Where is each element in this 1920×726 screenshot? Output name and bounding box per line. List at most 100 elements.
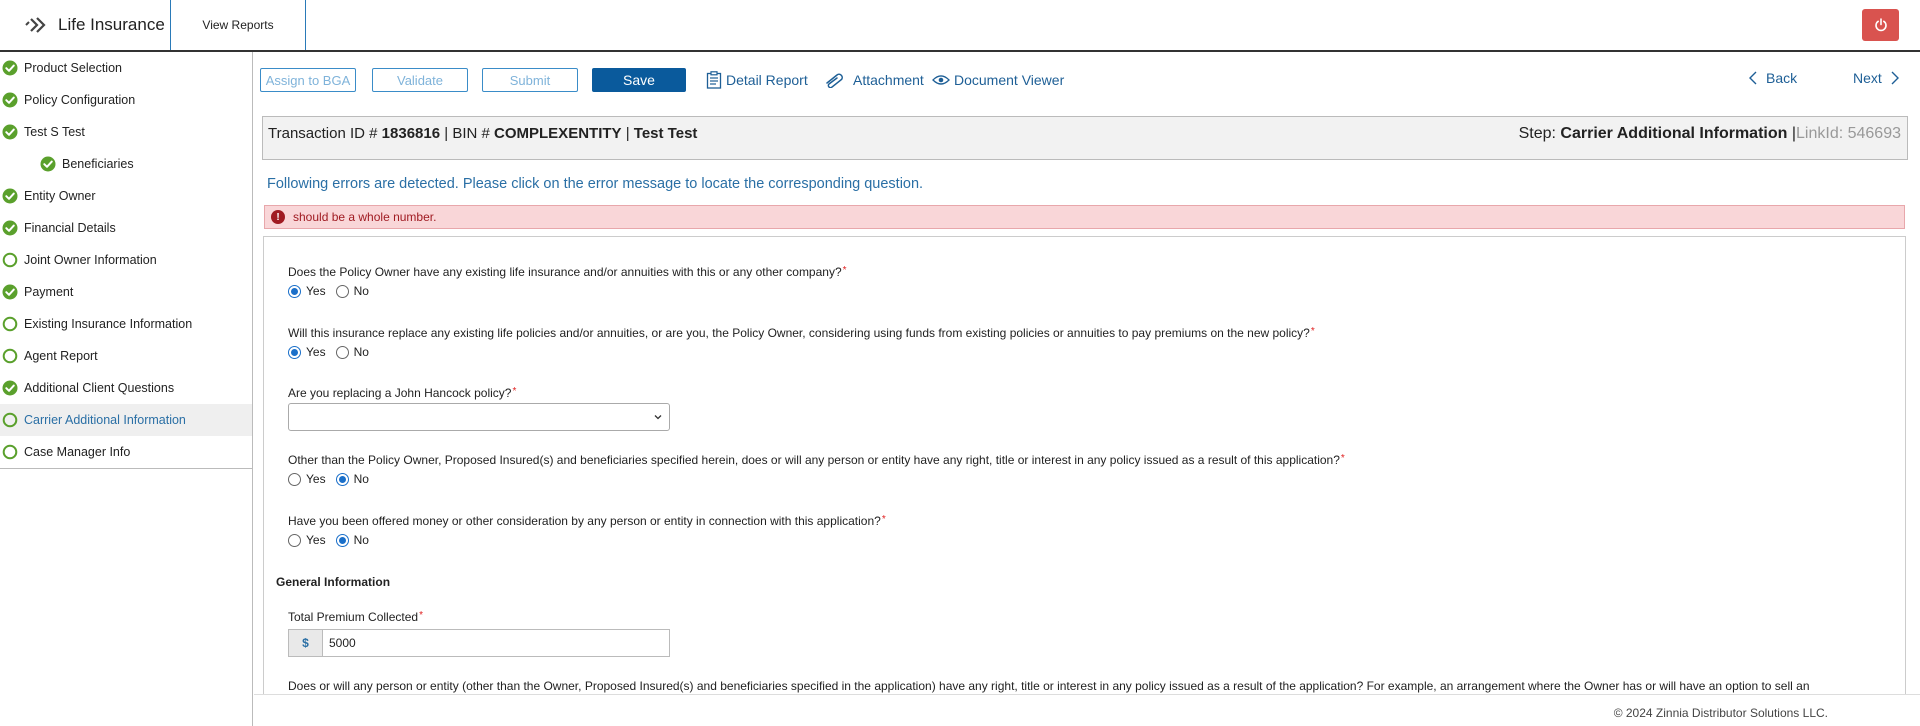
sidebar-item-test-s-test[interactable]: Test S Test [0, 116, 252, 148]
radio-no[interactable] [335, 472, 349, 486]
attachment-link[interactable]: Attachment [824, 68, 924, 92]
document-viewer-label: Document Viewer [954, 72, 1065, 88]
radio-no[interactable] [335, 284, 349, 298]
question-text: Will this insurance replace any existing… [288, 326, 1310, 340]
currency-addon: $ [288, 629, 322, 657]
radio-no[interactable] [335, 533, 349, 547]
sidebar: Product Selection Policy Configuration Tes… [0, 52, 253, 726]
question-john-hancock: Are you replacing a John Hancock policy?… [288, 386, 516, 400]
bin-value: COMPLEXENTITY [494, 125, 622, 142]
check-circle-icon [40, 156, 56, 172]
sidebar-item-beneficiaries[interactable]: Beneficiaries [0, 148, 252, 180]
check-circle-icon [2, 92, 18, 108]
logout-button[interactable] [1862, 9, 1899, 41]
back-button[interactable]: Back [1748, 70, 1797, 86]
question-text: Are you replacing a John Hancock policy? [288, 386, 512, 400]
footer: © 2024 Zinnia Distributor Solutions LLC. [254, 694, 1920, 726]
check-circle-icon [2, 188, 18, 204]
radio-no[interactable] [335, 345, 349, 359]
radio-yes-label: Yes [306, 533, 326, 547]
back-label: Back [1766, 70, 1798, 86]
radio-no-label: No [353, 472, 369, 486]
error-message[interactable]: ! should be a whole number. [264, 205, 1905, 229]
next-label: Next [1853, 70, 1882, 86]
view-reports-tab[interactable]: View Reports [170, 0, 306, 50]
radio-yes-label: Yes [306, 284, 326, 298]
check-circle-icon [2, 380, 18, 396]
sidebar-item-label: Carrier Additional Information [24, 413, 186, 427]
power-icon [1874, 18, 1887, 32]
submit-button[interactable]: Submit [482, 68, 578, 92]
brand-logo-icon [25, 17, 46, 33]
sidebar-item-entity-owner[interactable]: Entity Owner [0, 180, 252, 212]
sidebar-item-agent-report[interactable]: Agent Report [0, 340, 252, 372]
brand[interactable]: Life Insurance [0, 0, 170, 50]
sidebar-item-additional-client-questions[interactable]: Additional Client Questions [0, 372, 252, 404]
radio-yes[interactable] [288, 472, 301, 486]
sidebar-item-label: Joint Owner Information [24, 253, 157, 267]
question-text: Other than the Policy Owner, Proposed In… [288, 453, 1340, 467]
toolbar: Assign to BGA Validate Submit Save Detai… [254, 52, 1920, 102]
check-circle-icon [2, 124, 18, 140]
check-circle-icon [2, 284, 18, 300]
sidebar-item-label: Existing Insurance Information [24, 317, 193, 331]
assign-to-bga-button[interactable]: Assign to BGA [260, 68, 356, 92]
sidebar-item-joint-owner-information[interactable]: Joint Owner Information [0, 244, 252, 276]
sidebar-item-policy-configuration[interactable]: Policy Configuration [0, 84, 252, 116]
radio-group-third-party-interest: Yes No [288, 472, 379, 486]
sidebar-item-label: Test S Test [24, 125, 85, 139]
sidebar-nav: Product Selection Policy Configuration Tes… [0, 52, 252, 469]
detail-report-link[interactable]: Detail Report [706, 68, 808, 92]
radio-yes-label: Yes [306, 345, 326, 359]
required-marker: * [1340, 453, 1345, 464]
save-button[interactable]: Save [592, 68, 686, 92]
required-marker: * [881, 514, 886, 525]
sidebar-item-product-selection[interactable]: Product Selection [0, 52, 252, 84]
sidebar-item-label: Additional Client Questions [24, 381, 175, 395]
total-premium-input[interactable]: 5000 [322, 629, 670, 657]
bin-prefix: | BIN # [444, 125, 490, 142]
question-arrangement: Does or will any person or entity (other… [288, 679, 1810, 693]
required-marker: * [419, 610, 423, 621]
radio-group-offered-money: Yes No [288, 533, 379, 547]
empty-circle-icon [2, 444, 18, 460]
sidebar-item-label: Product Selection [24, 61, 122, 75]
step-info: Step: Carrier Additional Information |Li… [1519, 125, 1901, 143]
sidebar-item-label: Financial Details [24, 221, 116, 235]
copyright: © 2024 Zinnia Distributor Solutions LLC. [1613, 706, 1828, 720]
sidebar-item-financial-details[interactable]: Financial Details [0, 212, 252, 244]
question-third-party-interest: Other than the Policy Owner, Proposed In… [288, 453, 1345, 467]
main-content: Assign to BGA Validate Submit Save Detai… [254, 52, 1920, 726]
report-icon [706, 71, 722, 89]
chevron-right-icon [1891, 71, 1899, 85]
sidebar-item-case-manager-info[interactable]: Case Manager Info [0, 436, 252, 468]
radio-group-replacement: Yes No [288, 345, 379, 359]
sidebar-item-label: Payment [24, 285, 74, 299]
transaction-name: Test Test [633, 125, 698, 142]
empty-circle-icon [2, 348, 18, 364]
premium-input-group: $ 5000 [288, 629, 670, 657]
radio-no-label: No [353, 345, 369, 359]
john-hancock-select[interactable] [288, 403, 670, 431]
validate-button[interactable]: Validate [372, 68, 468, 92]
radio-yes[interactable] [288, 345, 301, 359]
sidebar-item-payment[interactable]: Payment [0, 276, 252, 308]
next-button[interactable]: Next [1853, 70, 1900, 86]
section-title-general-information: General Information [276, 575, 391, 589]
sidebar-item-label: Policy Configuration [24, 93, 136, 107]
radio-yes[interactable] [288, 533, 301, 547]
sidebar-item-existing-insurance-information[interactable]: Existing Insurance Information [0, 308, 252, 340]
document-viewer-link[interactable]: Document Viewer [932, 68, 1064, 92]
sidebar-item-label: Case Manager Info [24, 445, 131, 459]
radio-yes[interactable] [288, 284, 301, 298]
sidebar-item-carrier-additional-information[interactable]: Carrier Additional Information [0, 404, 252, 436]
transaction-separator: | [625, 125, 630, 142]
premium-label: Total Premium Collected* [288, 610, 423, 624]
link-id: LinkId: 546693 [1796, 125, 1901, 142]
transaction-id: 1836816 [381, 125, 441, 142]
empty-circle-icon [2, 252, 18, 268]
question-offered-money: Have you been offered money or other con… [288, 514, 886, 528]
detail-report-label: Detail Report [726, 72, 808, 88]
error-heading[interactable]: Following errors are detected. Please cl… [267, 176, 923, 192]
radio-group-existing-insurance: Yes No [288, 284, 379, 298]
